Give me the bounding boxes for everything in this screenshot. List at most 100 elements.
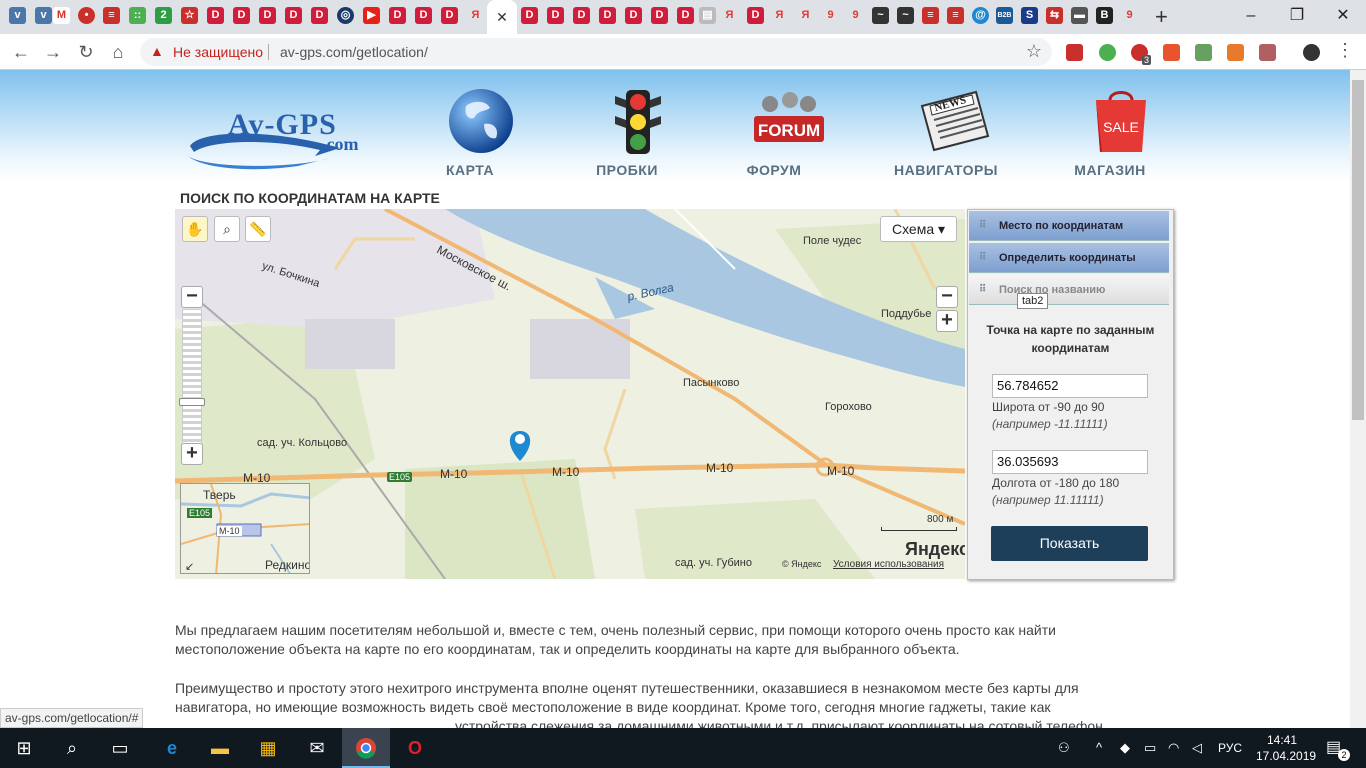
active-tab-close-button[interactable]: ✕ xyxy=(487,0,517,34)
extension-icon[interactable] xyxy=(1227,44,1244,61)
ruler-tool-icon[interactable]: 📏 xyxy=(245,216,271,242)
edge-icon[interactable]: e xyxy=(148,728,196,768)
tab-gmail-icon[interactable]: M xyxy=(53,7,70,24)
tab-maps-icon[interactable]: 9 xyxy=(847,7,864,24)
show-button[interactable]: Показать xyxy=(991,526,1148,561)
not-secure-label[interactable]: Не защищено xyxy=(173,44,263,60)
maximize-button[interactable]: ❐ xyxy=(1274,0,1320,34)
reload-button[interactable]: ↻ xyxy=(74,40,98,64)
tab-icon[interactable]: ▬ xyxy=(1071,7,1088,24)
map-view[interactable]: Поле чудес ул. Бочкина Московское ш. р. … xyxy=(175,209,965,579)
zoom-slider[interactable] xyxy=(182,309,202,454)
tab-icon[interactable]: 2 xyxy=(155,7,172,24)
tab-yandex-icon[interactable]: Я xyxy=(797,7,814,24)
extension-icon[interactable] xyxy=(1195,44,1212,61)
magnifier-tool-icon[interactable]: ⌕ xyxy=(214,216,240,242)
tab-yandex-icon[interactable]: Я xyxy=(467,7,484,24)
tab-icon[interactable]: D xyxy=(207,7,224,24)
tab-icon[interactable]: D xyxy=(311,7,328,24)
tab-b2b-icon[interactable]: B2B xyxy=(996,7,1013,24)
minimap-collapse-icon[interactable]: ↙ xyxy=(185,560,194,573)
tab-icon[interactable]: ☆ xyxy=(181,7,198,24)
tab-icon[interactable]: :: xyxy=(129,7,146,24)
chrome-icon[interactable] xyxy=(342,728,390,768)
site-logo[interactable]: Av-GPS .com xyxy=(180,108,390,178)
zoom-in-button-right[interactable]: + xyxy=(936,310,958,332)
people-icon[interactable]: ⚇ xyxy=(1058,728,1070,768)
longitude-input[interactable]: 36.035693 xyxy=(992,450,1148,474)
search-icon[interactable]: ⌕ xyxy=(48,728,96,768)
zoom-out-button-right[interactable]: − xyxy=(936,286,958,308)
tab-icon[interactable]: ≡ xyxy=(947,7,964,24)
nav-navigators[interactable]: NEWS НАВИГАТОРЫ xyxy=(886,84,1006,184)
zoom-in-button[interactable]: + xyxy=(181,443,203,465)
tab-icon[interactable]: D xyxy=(547,7,564,24)
tab-icon[interactable]: D xyxy=(599,7,616,24)
tab-icon[interactable]: S xyxy=(1021,7,1038,24)
notifications-icon[interactable]: ▤ xyxy=(1326,728,1341,768)
tab-icon[interactable]: D xyxy=(677,7,694,24)
new-tab-button[interactable]: + xyxy=(1155,4,1168,30)
forward-button[interactable]: → xyxy=(41,40,65,64)
warning-icon[interactable]: ▲ xyxy=(150,43,164,59)
tab-icon[interactable]: B xyxy=(1096,7,1113,24)
minimize-button[interactable]: – xyxy=(1228,0,1274,34)
tab-icon[interactable]: D xyxy=(521,7,538,24)
task-view-icon[interactable]: ▭ xyxy=(96,728,144,768)
tab-page-icon[interactable]: ▤ xyxy=(699,7,716,24)
tab-icon[interactable]: D xyxy=(259,7,276,24)
file-explorer-icon[interactable]: ▬ xyxy=(196,728,244,768)
tab-yandex-icon[interactable]: Я xyxy=(721,7,738,24)
tab-icon[interactable]: ≡ xyxy=(922,7,939,24)
clock[interactable]: 14:41 17.04.2019 xyxy=(1256,732,1316,764)
tab-maps-icon[interactable]: 9 xyxy=(822,7,839,24)
tab-mail-icon[interactable]: @ xyxy=(972,7,989,24)
tab-vk-icon[interactable]: v xyxy=(9,7,26,24)
tab-yandex-icon[interactable]: Я xyxy=(771,7,788,24)
close-window-button[interactable]: ✕ xyxy=(1320,0,1366,34)
extension-icon[interactable] xyxy=(1066,44,1083,61)
battery-icon[interactable]: ▭ xyxy=(1144,728,1156,768)
extension-icon[interactable] xyxy=(1259,44,1276,61)
tab-vk-icon[interactable]: v xyxy=(35,7,52,24)
tab-icon[interactable]: ~ xyxy=(872,7,889,24)
tab-icon[interactable]: D xyxy=(233,7,250,24)
minimap[interactable]: Тверь E105 М-10 Редкино ↙ xyxy=(180,483,310,574)
tab-icon[interactable]: • xyxy=(78,7,95,24)
opera-icon[interactable]: O xyxy=(391,728,439,768)
dropbox-icon[interactable]: ◆ xyxy=(1120,728,1130,768)
tab-icon[interactable]: D xyxy=(285,7,302,24)
tab-icon[interactable]: ≡ xyxy=(103,7,120,24)
nav-forum[interactable]: FORUM ФОРУМ xyxy=(714,84,834,184)
scrollbar-thumb[interactable] xyxy=(1352,80,1364,420)
extension-icon[interactable] xyxy=(1099,44,1116,61)
tab-icon[interactable]: D xyxy=(625,7,642,24)
url-input[interactable]: ▲ Не защищено av-gps.com/getlocation/ ☆ xyxy=(140,38,1052,66)
tab-icon[interactable]: D xyxy=(573,7,590,24)
tab-place-by-coordinates[interactable]: ⠿ Место по координатам xyxy=(969,211,1169,241)
zoom-out-button[interactable]: − xyxy=(181,286,203,308)
volume-icon[interactable]: ◁ xyxy=(1192,728,1202,768)
menu-icon[interactable]: ⋮ xyxy=(1336,40,1354,61)
pan-tool-icon[interactable]: ✋ xyxy=(182,216,208,242)
tray-chevron-icon[interactable]: ^ xyxy=(1096,728,1102,768)
tab-icon[interactable]: ~ xyxy=(897,7,914,24)
tab-icon[interactable]: D xyxy=(651,7,668,24)
tab-icon[interactable]: D xyxy=(415,7,432,24)
back-button[interactable]: ← xyxy=(9,40,33,64)
tab-search-by-name[interactable]: ⠿ Поиск по названию xyxy=(969,275,1169,305)
nav-traffic[interactable]: ПРОБКИ xyxy=(567,84,687,184)
tab-detect-coordinates[interactable]: ⠿ Определить координаты xyxy=(969,243,1169,273)
nav-shop[interactable]: SALE МАГАЗИН xyxy=(1050,84,1170,184)
zoom-slider-handle[interactable] xyxy=(179,398,205,406)
language-indicator[interactable]: РУС xyxy=(1218,728,1242,768)
nav-map[interactable]: КАРТА xyxy=(410,84,530,184)
tab-icon[interactable]: ◎ xyxy=(337,7,354,24)
store-icon[interactable]: ▦ xyxy=(244,728,292,768)
terms-link[interactable]: Условия использования xyxy=(833,559,944,570)
tab-youtube-icon[interactable]: ▶ xyxy=(363,7,380,24)
url-text[interactable]: av-gps.com/getlocation/ xyxy=(280,44,428,60)
home-button[interactable]: ⌂ xyxy=(106,40,130,64)
mail-icon[interactable]: ✉ xyxy=(293,728,341,768)
latitude-input[interactable]: 56.784652 xyxy=(992,374,1148,398)
